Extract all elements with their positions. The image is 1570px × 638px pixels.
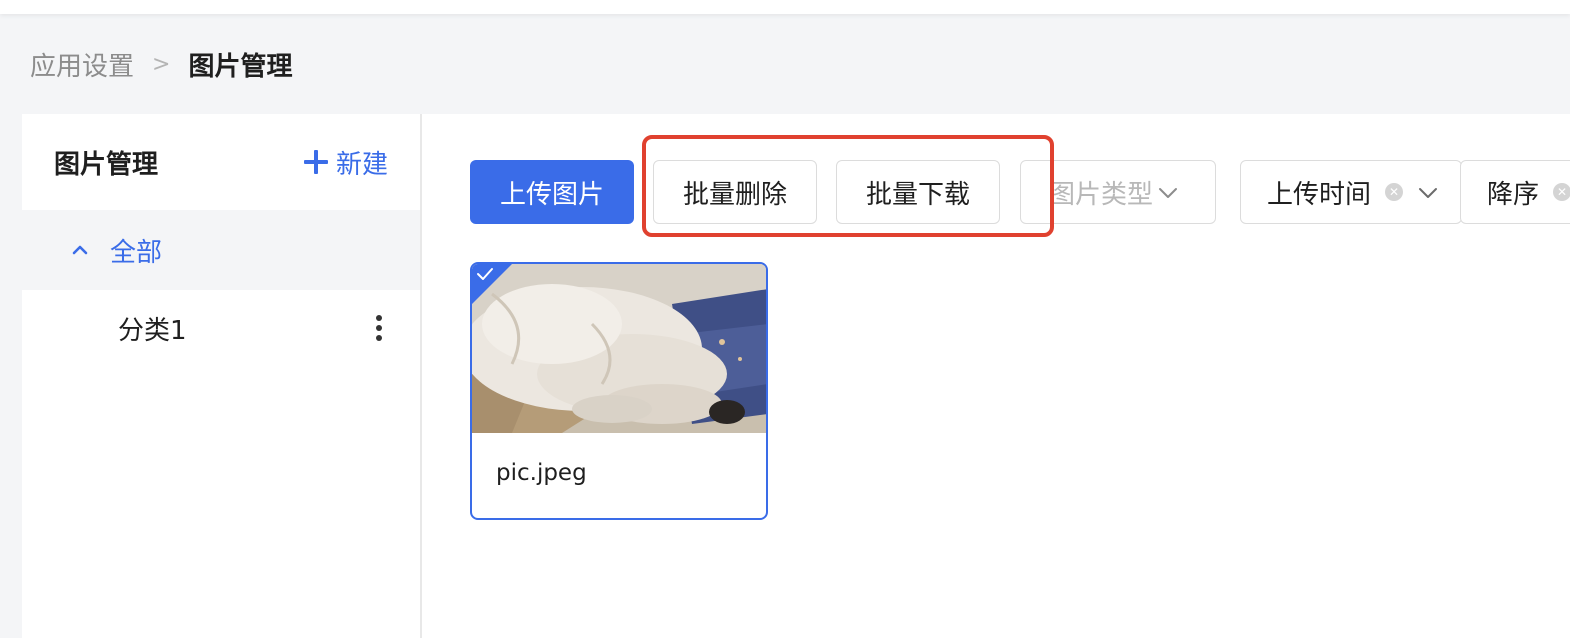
image-thumbnail (472, 264, 766, 433)
image-type-placeholder: 图片类型 (1049, 179, 1154, 210)
sidebar-header: 图片管理 新建 (22, 114, 420, 210)
tree-item-category[interactable]: 分类1 (22, 290, 420, 366)
breadcrumb-current: 图片管理 (188, 51, 293, 82)
breadcrumb-separator: > (152, 51, 171, 77)
clear-icon[interactable]: ✕ (1385, 183, 1404, 201)
tree-item-all-label: 全部 (110, 237, 163, 268)
top-bar (0, 0, 1570, 14)
image-panel: 上传图片 批量删除 批量下载 图片类型 上传时间 ✕ 降序 ✕ pic.jpeg (422, 114, 1570, 638)
chevron-down-icon (1159, 188, 1178, 198)
image-type-select[interactable]: 图片类型 (1020, 160, 1216, 224)
upload-time-value: 上传时间 (1267, 179, 1372, 210)
batch-download-button[interactable]: 批量下载 (836, 160, 1000, 224)
more-vertical-icon[interactable] (374, 315, 384, 341)
new-category-button[interactable]: 新建 (303, 144, 388, 181)
batch-delete-button[interactable]: 批量删除 (653, 160, 817, 224)
breadcrumb-app-settings[interactable]: 应用设置 (30, 46, 134, 83)
chevron-down-icon (1419, 188, 1438, 198)
chevron-up-icon[interactable] (70, 240, 90, 260)
new-category-label: 新建 (335, 149, 388, 180)
tree-item-label: 分类1 (118, 315, 187, 346)
plus-icon (303, 150, 328, 174)
category-sidebar: 图片管理 新建 全部 分类1 (22, 114, 420, 638)
upload-image-button[interactable]: 上传图片 (470, 160, 634, 224)
check-icon (477, 268, 493, 280)
tree-item-all[interactable]: 全部 (22, 210, 420, 290)
image-file-name: pic.jpeg (496, 460, 587, 486)
upload-time-select[interactable]: 上传时间 ✕ (1240, 160, 1462, 224)
sort-order-value: 降序 (1487, 179, 1540, 210)
image-card[interactable]: pic.jpeg (470, 262, 768, 520)
clear-icon[interactable]: ✕ (1553, 183, 1570, 201)
sort-order-select[interactable]: 降序 ✕ (1460, 160, 1570, 224)
breadcrumb: 应用设置 > 图片管理 (30, 44, 292, 84)
sidebar-title: 图片管理 (54, 149, 159, 180)
